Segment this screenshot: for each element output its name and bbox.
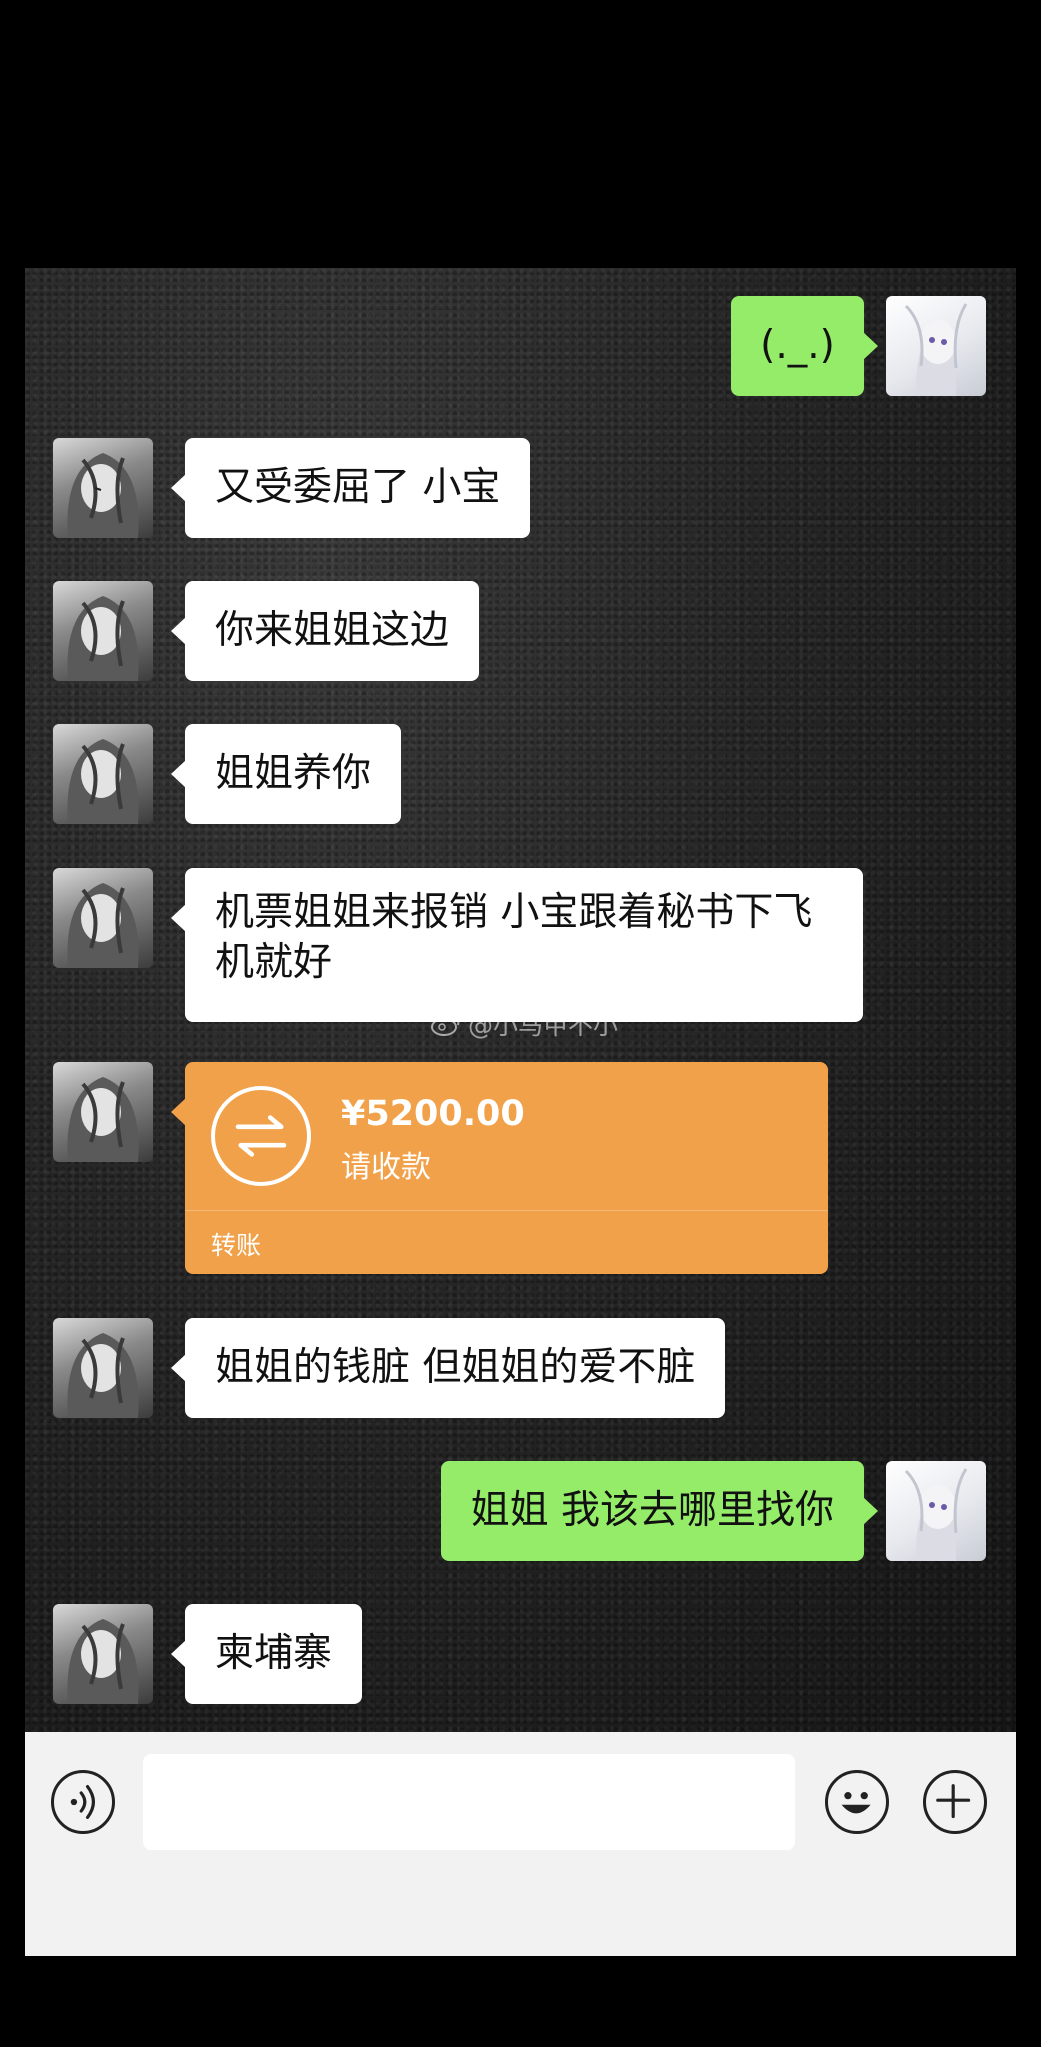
message-input[interactable] bbox=[143, 1754, 795, 1850]
contact-avatar-image bbox=[67, 739, 139, 824]
voice-icon bbox=[70, 1785, 96, 1819]
plus-button[interactable] bbox=[923, 1770, 987, 1834]
contact-avatar[interactable] bbox=[53, 1062, 153, 1162]
message-bubble-contact[interactable]: 机票姐姐来报销 小宝跟着秘书下飞机就好 bbox=[171, 868, 863, 1022]
weibo-icon bbox=[431, 1014, 460, 1036]
input-bar bbox=[25, 1732, 1016, 1956]
transfer-divider bbox=[185, 1210, 828, 1211]
contact-avatar-image bbox=[67, 596, 139, 681]
plus-icon bbox=[936, 1784, 971, 1819]
emoji-button[interactable] bbox=[825, 1770, 889, 1834]
contact-avatar[interactable] bbox=[53, 1318, 153, 1418]
message-bubble-self[interactable]: (._.) bbox=[731, 296, 878, 396]
watermark: @小马甲不小 bbox=[430, 1006, 618, 1042]
transfer-arrows-icon bbox=[211, 1086, 311, 1186]
contact-avatar[interactable] bbox=[53, 724, 153, 824]
contact-avatar-image bbox=[67, 453, 139, 538]
message-bubble-contact[interactable]: 姐姐的钱脏 但姐姐的爱不脏 bbox=[170, 1318, 726, 1418]
emoji-icon bbox=[841, 1792, 871, 1814]
message-bubble-contact[interactable]: 姐姐养你 bbox=[170, 724, 402, 824]
watermark-text: @小马甲不小 bbox=[468, 1011, 619, 1040]
transfer-amount: ¥5200.00 bbox=[341, 1094, 525, 1134]
message-bubble-contact[interactable]: 又受委屈了 小宝 bbox=[170, 438, 531, 538]
contact-avatar-image bbox=[67, 1619, 139, 1704]
transfer-card[interactable]: ¥5200.00 请收款 转账 bbox=[171, 1062, 828, 1274]
contact-avatar[interactable] bbox=[53, 1604, 153, 1704]
self-avatar[interactable] bbox=[886, 296, 986, 396]
chat-area: (._.) 又受委屈了 小宝 你来姐姐这边 姐姐养你 机票姐姐来报销 小宝跟着秘… bbox=[25, 268, 1016, 1732]
contact-avatar-image bbox=[67, 1077, 139, 1162]
message-bubble-contact[interactable]: 柬埔寨 bbox=[170, 1604, 363, 1704]
contact-avatar[interactable] bbox=[53, 438, 153, 538]
self-avatar-image bbox=[904, 303, 968, 396]
transfer-label: 转账 bbox=[211, 1231, 262, 1260]
self-avatar-image bbox=[904, 1468, 968, 1561]
contact-avatar[interactable] bbox=[53, 581, 153, 681]
contact-avatar-image bbox=[67, 883, 139, 968]
transfer-status: 请收款 bbox=[341, 1150, 431, 1185]
message-bubble-self[interactable]: 姐姐 我该去哪里找你 bbox=[440, 1461, 879, 1561]
self-avatar[interactable] bbox=[886, 1461, 986, 1561]
contact-avatar-image bbox=[67, 1333, 139, 1418]
contact-avatar[interactable] bbox=[53, 868, 153, 968]
voice-button[interactable] bbox=[51, 1770, 115, 1834]
message-bubble-contact[interactable]: 你来姐姐这边 bbox=[170, 581, 480, 681]
